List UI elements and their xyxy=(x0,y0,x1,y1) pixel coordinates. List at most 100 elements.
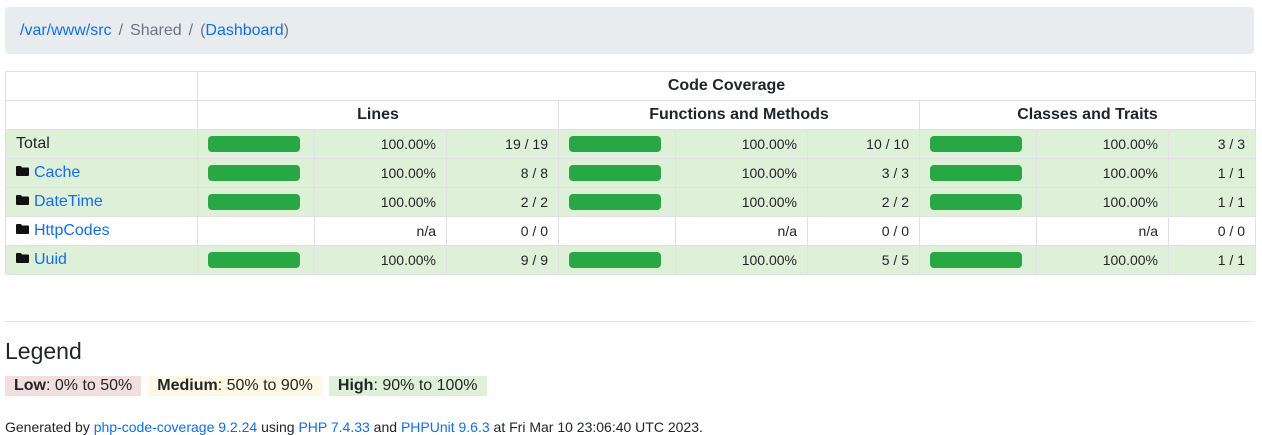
functions-ratio: 0 / 0 xyxy=(807,216,920,246)
breadcrumb-root-link[interactable]: /var/www/src xyxy=(20,22,112,40)
breadcrumb-close-paren: ) xyxy=(283,21,289,39)
progress-bar xyxy=(569,165,661,181)
functions-percent: n/a xyxy=(675,216,808,246)
classes-percent: 100.00% xyxy=(1036,158,1169,188)
classes-percent: 100.00% xyxy=(1036,245,1169,275)
folder-icon xyxy=(16,166,29,176)
breadcrumb-dashboard-link[interactable]: Dashboard xyxy=(205,22,283,40)
header-code-coverage: Code Coverage xyxy=(197,71,1256,101)
table-row: Cache 100.00% 8 / 8 100.00% 3 / 3 100.00% 1 / … xyxy=(5,158,1256,188)
legend-low: Low: 0% to 50% xyxy=(5,376,142,396)
classes-bar-cell xyxy=(919,187,1037,217)
progress-bar xyxy=(569,136,661,152)
row-name-link[interactable]: Cache xyxy=(34,164,80,181)
row-name-link[interactable]: Uuid xyxy=(34,251,67,268)
functions-percent: 100.00% xyxy=(675,187,808,217)
breadcrumb-separator: / xyxy=(118,21,124,39)
lines-percent: n/a xyxy=(314,216,447,246)
functions-percent: 100.00% xyxy=(675,158,808,188)
classes-ratio: 3 / 3 xyxy=(1168,129,1256,159)
row-name-cell: Total xyxy=(5,129,198,159)
lines-percent: 100.00% xyxy=(314,187,447,217)
progress-bar xyxy=(930,194,1022,210)
breadcrumb: /var/www/src / Shared / ( Dashboard ) xyxy=(5,7,1254,54)
table-row: DateTime 100.00% 2 / 2 100.00% 2 / 2 100.00% 1… xyxy=(5,187,1256,217)
progress-bar xyxy=(930,252,1022,268)
lines-bar-cell xyxy=(197,129,315,159)
lines-percent: 100.00% xyxy=(314,245,447,275)
footer-tool-link[interactable]: php-code-coverage 9.2.24 xyxy=(94,419,257,435)
legend-low-label: Low xyxy=(14,377,46,394)
functions-bar-cell xyxy=(558,245,676,275)
classes-percent: 100.00% xyxy=(1036,187,1169,217)
classes-percent: 100.00% xyxy=(1036,129,1169,159)
row-name-cell: HttpCodes xyxy=(5,216,198,246)
legend-title: Legend xyxy=(5,338,82,364)
legend-high-range: : 90% to 100% xyxy=(373,377,478,394)
footer-text: and xyxy=(369,419,401,435)
footer-text: Generated by xyxy=(5,419,94,435)
functions-ratio: 5 / 5 xyxy=(807,245,920,275)
progress-bar xyxy=(208,165,300,181)
classes-ratio: 0 / 0 xyxy=(1168,216,1256,246)
progress-bar xyxy=(569,252,661,268)
header-empty xyxy=(5,71,198,101)
lines-ratio: 19 / 19 xyxy=(446,129,559,159)
legend-high-label: High xyxy=(337,377,374,394)
table-row: HttpCodes n/a 0 / 0 n/a 0 / 0 n/a 0 / 0 xyxy=(5,216,1256,246)
footer: Generated by php-code-coverage 9.2.24 us… xyxy=(5,419,703,435)
legend-medium-label: Medium xyxy=(157,377,218,394)
footer-text: at Fri Mar 10 23:06:40 UTC 2023. xyxy=(489,419,703,435)
legend-high: High: 90% to 100% xyxy=(328,376,487,396)
functions-percent: 100.00% xyxy=(675,129,808,159)
functions-ratio: 3 / 3 xyxy=(807,158,920,188)
row-name-link[interactable]: DateTime xyxy=(34,193,103,210)
breadcrumb-separator: / xyxy=(188,21,194,39)
table-row: Uuid 100.00% 9 / 9 100.00% 5 / 5 100.00% 1 / 1 xyxy=(5,245,1256,275)
coverage-table: Code Coverage Lines Functions and Method… xyxy=(5,71,1256,275)
legend: Low: 0% to 50% Medium: 50% to 90% High: … xyxy=(5,376,487,396)
progress-bar xyxy=(930,165,1022,181)
breadcrumb-current: Shared xyxy=(130,21,182,39)
progress-bar xyxy=(569,194,661,210)
classes-bar-cell xyxy=(919,216,1037,246)
footer-php-link[interactable]: PHP 7.4.33 xyxy=(298,419,369,435)
header-classes: Classes and Traits xyxy=(919,100,1256,130)
header-empty xyxy=(5,100,198,130)
legend-medium-range: : 50% to 90% xyxy=(217,377,313,394)
folder-icon xyxy=(16,224,29,234)
classes-ratio: 1 / 1 xyxy=(1168,187,1256,217)
lines-ratio: 9 / 9 xyxy=(446,245,559,275)
lines-percent: 100.00% xyxy=(314,158,447,188)
functions-bar-cell xyxy=(558,216,676,246)
lines-bar-cell xyxy=(197,187,315,217)
functions-ratio: 10 / 10 xyxy=(807,129,920,159)
divider xyxy=(5,321,1254,322)
progress-bar xyxy=(208,136,300,152)
footer-phpunit-link[interactable]: PHPUnit 9.6.3 xyxy=(401,419,490,435)
classes-percent: n/a xyxy=(1036,216,1169,246)
lines-percent: 100.00% xyxy=(314,129,447,159)
progress-bar xyxy=(930,136,1022,152)
folder-icon xyxy=(16,195,29,205)
row-name-cell: Uuid xyxy=(5,245,198,275)
lines-ratio: 2 / 2 xyxy=(446,187,559,217)
lines-bar-cell xyxy=(197,245,315,275)
table-row: Total 100.00% 19 / 19 100.00% 10 / 10 100.00%… xyxy=(5,129,1256,159)
classes-ratio: 1 / 1 xyxy=(1168,158,1256,188)
functions-bar-cell xyxy=(558,129,676,159)
classes-ratio: 1 / 1 xyxy=(1168,245,1256,275)
lines-bar-cell xyxy=(197,158,315,188)
functions-percent: 100.00% xyxy=(675,245,808,275)
row-name-cell: DateTime xyxy=(5,187,198,217)
lines-bar-cell xyxy=(197,216,315,246)
functions-bar-cell xyxy=(558,158,676,188)
progress-bar xyxy=(208,194,300,210)
lines-ratio: 0 / 0 xyxy=(446,216,559,246)
row-name-link[interactable]: HttpCodes xyxy=(34,222,110,239)
legend-low-range: : 0% to 50% xyxy=(46,377,133,394)
classes-bar-cell xyxy=(919,129,1037,159)
row-name-label: Total xyxy=(16,135,50,152)
legend-medium: Medium: 50% to 90% xyxy=(148,376,322,396)
lines-ratio: 8 / 8 xyxy=(446,158,559,188)
